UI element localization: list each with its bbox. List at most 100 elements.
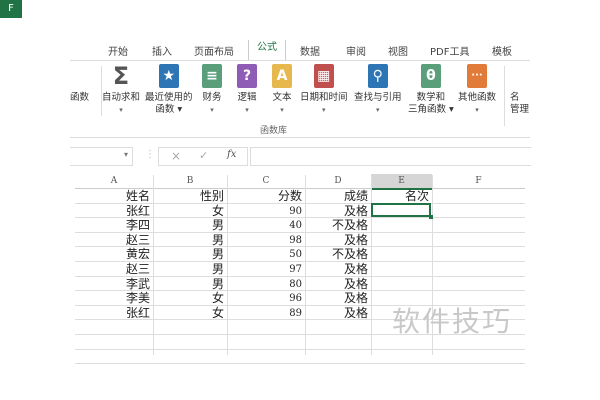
table-cell[interactable]: 97 (227, 262, 305, 277)
table-cell[interactable]: 男 (153, 247, 227, 262)
table-cell[interactable]: 李美 (75, 291, 153, 306)
button-label: 文本 (272, 92, 292, 103)
sigma-icon: Σ (112, 62, 130, 90)
table-cell[interactable]: 女 (153, 306, 227, 321)
column-header-f[interactable]: F (432, 174, 525, 189)
dropdown-caret: ▾ (322, 106, 326, 114)
selected-cell-e2[interactable] (371, 203, 431, 217)
table-cell[interactable] (371, 218, 432, 233)
table-cell[interactable]: 男 (153, 233, 227, 248)
button-label: 数学和 (416, 92, 446, 103)
tab-templates[interactable]: 模板 (492, 43, 512, 58)
table-cell[interactable]: 张红 (75, 306, 153, 321)
tab-data[interactable]: 数据 (300, 43, 320, 58)
magnifier-book-icon: ⚲ (367, 64, 388, 88)
header-cell[interactable]: 成绩 (305, 189, 371, 204)
table-cell[interactable]: 98 (227, 233, 305, 248)
tab-view[interactable]: 视图 (388, 43, 408, 58)
header-cell[interactable]: 姓名 (75, 189, 153, 204)
dropdown-caret: ▾ (475, 106, 479, 114)
table-cell[interactable]: 黄宏 (75, 247, 153, 262)
name-manager-button[interactable]: 名管理 (510, 92, 529, 116)
insert-function-button[interactable]: 函数 (70, 92, 89, 104)
formula-input[interactable] (250, 147, 531, 166)
tab-page-layout[interactable]: 页面布局 (194, 43, 234, 58)
column-header-e[interactable]: E (371, 174, 432, 190)
row-gridline (75, 348, 525, 350)
text-book-icon: A (272, 64, 292, 88)
column-header-b[interactable]: B (153, 174, 227, 189)
recent-functions-button[interactable]: ★ 最近使用的 函数 ▾ (145, 64, 193, 116)
cancel-icon[interactable]: × (171, 149, 181, 163)
table-cell[interactable]: 40 (227, 218, 305, 233)
insert-function-icon[interactable]: fx (227, 149, 236, 160)
table-cell[interactable]: 不及格 (305, 247, 371, 262)
tab-formulas[interactable]: 公式 (248, 40, 286, 60)
date-time-button[interactable]: ▦ 日期和时间 ▾ (300, 64, 348, 116)
table-cell[interactable]: 不及格 (305, 218, 371, 233)
table-cell[interactable] (371, 233, 432, 248)
table-cell[interactable]: 男 (153, 218, 227, 233)
table-cell[interactable]: 男 (153, 262, 227, 277)
financial-button[interactable]: ≡ 财务 ▾ (202, 64, 222, 116)
table-cell[interactable] (371, 277, 432, 292)
table-cell[interactable]: 及格 (305, 306, 371, 321)
column-header-c[interactable]: C (227, 174, 305, 189)
tab-insert[interactable]: 插入 (152, 43, 172, 58)
table-cell[interactable]: 90 (227, 204, 305, 219)
header-cell[interactable]: 分数 (227, 189, 305, 204)
table-cell[interactable]: 女 (153, 204, 227, 219)
button-label: 查找与引用 (354, 92, 402, 103)
table-cell[interactable]: 及格 (305, 262, 371, 277)
dropdown-caret: ▾ (210, 106, 214, 114)
autosum-button[interactable]: Σ 自动求和 ▾ (102, 64, 140, 116)
tab-home[interactable]: 开始 (108, 43, 128, 58)
button-label: 自动求和 (102, 92, 141, 103)
tab-file[interactable]: F (0, 0, 22, 18)
fill-handle[interactable] (429, 215, 433, 219)
tab-pdf-tools[interactable]: PDF工具 (430, 43, 469, 58)
math-trig-button[interactable]: θ 数学和 三角函数 ▾ (408, 64, 454, 116)
tab-review[interactable]: 审阅 (346, 43, 366, 58)
table-cell[interactable]: 及格 (305, 291, 371, 306)
name-box[interactable]: ▾ (70, 147, 133, 166)
enter-icon[interactable]: ✓ (199, 149, 208, 162)
table-cell[interactable]: 96 (227, 291, 305, 306)
button-label: 函数 (70, 92, 90, 103)
theta-book-icon: θ (420, 64, 441, 88)
table-cell[interactable]: 女 (153, 291, 227, 306)
table-cell[interactable]: 张红 (75, 204, 153, 219)
button-label-line2: 管理 (510, 104, 530, 115)
header-cell[interactable]: 性别 (153, 189, 227, 204)
button-label: 日期和时间 (300, 92, 348, 103)
table-cell[interactable]: 及格 (305, 204, 371, 219)
table-cell[interactable]: 男 (153, 277, 227, 292)
financial-book-icon: ≡ (202, 64, 222, 88)
table-cell[interactable]: 李武 (75, 277, 153, 292)
more-book-icon: ··· (467, 64, 487, 88)
table-cell[interactable] (371, 247, 432, 262)
table-cell[interactable]: 50 (227, 247, 305, 262)
chevron-down-icon[interactable]: ▾ (124, 150, 128, 159)
text-button[interactable]: A 文本 ▾ (272, 64, 292, 116)
watermark: 软件技巧 (392, 305, 513, 338)
logical-button[interactable]: ? 逻辑 ▾ (237, 64, 257, 116)
button-label: 财务 (202, 92, 222, 103)
table-cell[interactable]: 赵三 (75, 262, 153, 277)
table-cell[interactable]: 及格 (305, 233, 371, 248)
table-cell[interactable]: 80 (227, 277, 305, 292)
header-cell[interactable]: 名次 (371, 189, 432, 204)
dropdown-caret: ▾ (376, 106, 380, 114)
table-cell[interactable]: 赵三 (75, 233, 153, 248)
more-functions-button[interactable]: ··· 其他函数 ▾ (458, 64, 496, 116)
table-cell[interactable]: 及格 (305, 277, 371, 292)
column-header-d[interactable]: D (305, 174, 371, 189)
button-label: 最近使用的 (145, 92, 193, 103)
table-cell[interactable] (371, 262, 432, 277)
table-cell[interactable]: 李四 (75, 218, 153, 233)
row-gridline (75, 363, 525, 365)
table-cell[interactable]: 89 (227, 306, 305, 321)
column-header-a[interactable]: A (75, 174, 153, 189)
lookup-reference-button[interactable]: ⚲ 查找与引用 ▾ (354, 64, 402, 116)
button-label: 逻辑 (237, 92, 257, 103)
